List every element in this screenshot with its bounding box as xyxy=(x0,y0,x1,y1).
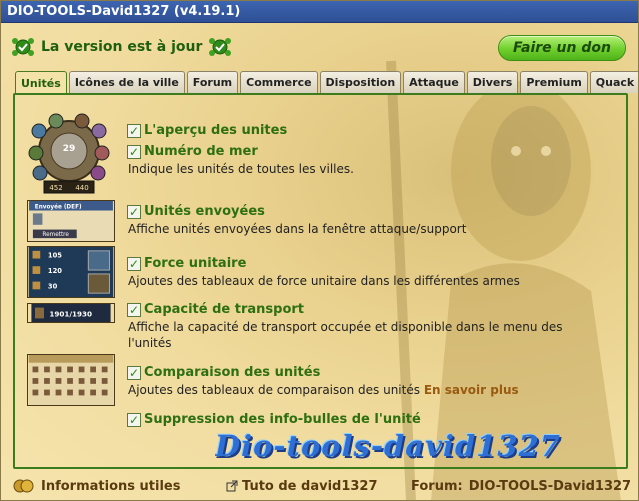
checkbox-checked-icon[interactable]: ✓ xyxy=(127,412,141,427)
force-value-1: 105 xyxy=(48,252,62,260)
checkbox-checked-icon[interactable]: ✓ xyxy=(127,123,141,138)
option-transport-capacity[interactable]: ✓ Capacité de transport xyxy=(127,302,304,317)
brand-logo-text: Dio-tools-david1327 xyxy=(215,429,561,463)
brand-logo: Dio-tools-david1327 xyxy=(215,429,630,465)
option-remove-tooltips[interactable]: ✓ Suppression des info-bulles de l'unité xyxy=(127,412,421,427)
checkbox-checked-icon[interactable]: ✓ xyxy=(127,256,141,271)
option-label: Force unitaire xyxy=(144,256,247,271)
option-description: Indique les unités de toutes les villes. xyxy=(128,162,354,176)
option-label: Unités envoyées xyxy=(144,204,265,219)
useful-info-label: Informations utiles xyxy=(41,478,181,494)
transport-capacity-thumbnail: 1901/1930 xyxy=(27,303,115,323)
unit-force-thumbnail: 105 120 30 xyxy=(27,246,115,298)
useful-info-link[interactable]: Informations utiles xyxy=(13,476,180,496)
tab-forum[interactable]: Forum xyxy=(186,71,239,93)
option-unit-force[interactable]: ✓ Force unitaire xyxy=(127,256,246,271)
version-status-text: La version est à jour xyxy=(41,39,203,55)
option-label: Numéro de mer xyxy=(144,144,258,159)
option-sea-number[interactable]: ✓ Numéro de mer xyxy=(127,144,258,159)
learn-more-link[interactable]: En savoir plus xyxy=(424,383,519,397)
overview-left-count: 452 xyxy=(49,184,62,192)
title-bar[interactable]: DIO-TOOLS-David1327 (v4.19.1) xyxy=(1,1,638,23)
tutorial-link[interactable]: Tuto de david1327 xyxy=(226,476,378,496)
option-label: Suppression des info-bulles de l'unité xyxy=(144,412,421,427)
unit-overview-thumbnail: 29 452 440 xyxy=(28,113,110,194)
ok-badge-icon xyxy=(12,38,34,56)
option-description: Ajoutes des tableaux de comparaison des … xyxy=(128,382,519,399)
tab-city-icons[interactable]: Icônes de la ville xyxy=(68,71,185,93)
option-description-continued: l'unités xyxy=(128,336,172,350)
donate-button[interactable]: Faire un don xyxy=(498,35,626,61)
force-value-3: 30 xyxy=(48,282,58,290)
tab-units[interactable]: Unités xyxy=(15,71,67,94)
tab-attack[interactable]: Attaque xyxy=(403,71,465,93)
checkbox-checked-icon[interactable]: ✓ xyxy=(127,365,141,380)
sent-units-title: Envoyée (DEF) xyxy=(35,204,82,211)
option-description: Affiche unités envoyées dans la fenêtre … xyxy=(128,222,467,236)
external-link-icon xyxy=(226,480,238,492)
option-description: Ajoutes des tableaux de force unitaire d… xyxy=(128,274,520,288)
checkbox-checked-icon[interactable]: ✓ xyxy=(127,302,141,317)
window-title: DIO-TOOLS-David1327 (v4.19.1) xyxy=(7,4,241,19)
sent-units-thumbnail: Envoyée (DEF) Remettre xyxy=(27,200,115,242)
option-label: L'aperçu des unites xyxy=(144,123,288,138)
option-unit-comparison[interactable]: ✓ Comparaison des unités xyxy=(127,365,320,380)
tab-quack[interactable]: Quack xyxy=(589,71,638,93)
settings-window: DIO-TOOLS-David1327 (v4.19.1) La version… xyxy=(0,0,639,501)
transport-capacity-value: 1901/1930 xyxy=(49,310,92,319)
sent-units-button-label: Remettre xyxy=(42,232,69,238)
unit-comparison-thumbnail xyxy=(27,354,115,406)
overview-right-count: 440 xyxy=(75,184,88,192)
option-description-text: Ajoutes des tableaux de comparaison des … xyxy=(128,383,420,397)
tab-layout[interactable]: Disposition xyxy=(319,71,402,93)
tutorial-label: Tuto de david1327 xyxy=(242,478,378,494)
ok-badge-icon xyxy=(209,38,232,56)
option-label: Capacité de transport xyxy=(144,302,305,317)
option-description: Affiche la capacité de transport occupée… xyxy=(128,320,563,334)
option-sent-units[interactable]: ✓ Unités envoyées xyxy=(127,204,265,219)
forum-label: Forum: xyxy=(411,478,463,494)
version-status: La version est à jour xyxy=(11,35,232,59)
tab-premium[interactable]: Premium xyxy=(520,71,588,93)
info-coins-icon xyxy=(13,479,34,493)
tab-bar: Unités Icônes de la ville Forum Commerce… xyxy=(15,71,638,94)
checkbox-checked-icon[interactable]: ✓ xyxy=(127,144,141,159)
checkbox-checked-icon[interactable]: ✓ xyxy=(127,204,141,219)
tab-commerce[interactable]: Commerce xyxy=(240,71,318,93)
forum-value: DIO-TOOLS-David1327 xyxy=(468,478,632,494)
tab-misc[interactable]: Divers xyxy=(466,71,519,93)
overview-number: 29 xyxy=(63,144,76,154)
option-unit-overview[interactable]: ✓ L'aperçu des unites xyxy=(127,123,287,138)
force-value-2: 120 xyxy=(48,267,62,275)
option-label: Comparaison des unités xyxy=(144,365,321,380)
forum-link[interactable]: Forum: DIO-TOOLS-David1327 xyxy=(411,476,631,496)
